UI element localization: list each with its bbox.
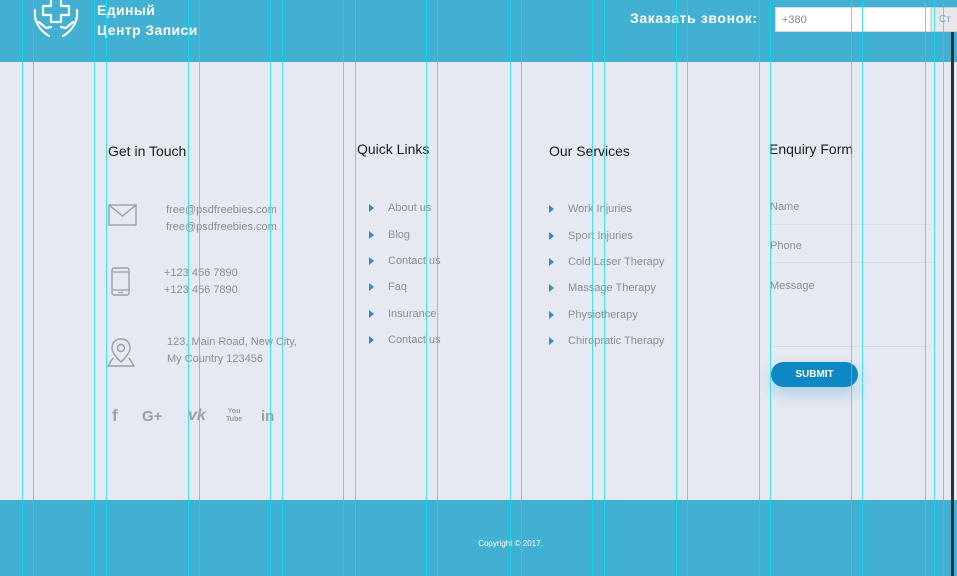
- our-services-title: Our Services: [549, 143, 630, 159]
- callback-label: Заказать звонок:: [630, 10, 758, 26]
- phone-block: +123 456 7890 +123 456 7890: [164, 265, 238, 299]
- service-label: Work Injuries: [568, 203, 632, 215]
- service-cold-laser-therapy[interactable]: Cold Laser Therapy: [549, 256, 664, 268]
- link-label: Contact us: [388, 334, 441, 346]
- email-line-1: free@psdfreebies.com: [166, 204, 277, 216]
- service-work-injuries[interactable]: Work Injuries: [549, 203, 632, 215]
- envelope-icon: [108, 204, 137, 226]
- bullet-arrow-icon: [549, 311, 554, 319]
- copyright-text: Copyright © 2017.: [478, 539, 543, 548]
- phone-line-1: +123 456 7890: [164, 267, 238, 279]
- bullet-arrow-icon: [549, 232, 554, 240]
- medical-cross-hands-icon: [33, 0, 79, 38]
- service-label: Cold Laser Therapy: [568, 256, 665, 268]
- address-line-2: My Country 123456: [167, 353, 263, 365]
- message-field[interactable]: [769, 280, 931, 347]
- bullet-arrow-icon: [549, 337, 554, 345]
- quick-link-contact-us[interactable]: Contact us: [369, 255, 441, 267]
- phone-field[interactable]: [769, 240, 931, 263]
- service-label: Massage Therapy: [568, 282, 656, 294]
- bullet-arrow-icon: [369, 283, 374, 291]
- service-physiotherapy[interactable]: Physiotherapy: [549, 309, 638, 321]
- bullet-arrow-icon: [549, 284, 554, 292]
- footer: Copyright © 2017.: [0, 500, 957, 576]
- bullet-arrow-icon: [369, 204, 374, 212]
- email-block: free@psdfreebies.com free@psdfreebies.co…: [166, 202, 277, 236]
- link-label: Blog: [388, 229, 411, 241]
- address-block: 123, Main Road, New City, My Country 123…: [167, 334, 297, 368]
- bullet-arrow-icon: [549, 258, 554, 266]
- vk-icon[interactable]: vk: [188, 407, 206, 425]
- service-label: Sport Injuries: [568, 230, 633, 242]
- google-plus-icon[interactable]: G+: [142, 408, 162, 425]
- quick-link-about-us[interactable]: About us: [369, 202, 431, 214]
- window-edge: [951, 32, 954, 576]
- link-label: About us: [388, 202, 432, 214]
- service-label: Physiotherapy: [568, 309, 638, 321]
- facebook-icon[interactable]: f: [112, 406, 118, 426]
- quick-link-faq[interactable]: Faq: [369, 281, 407, 293]
- quick-link-insurance[interactable]: Insurance: [369, 308, 436, 320]
- brand-line-1: Единый: [97, 2, 156, 18]
- get-in-touch-title: Get in Touch: [108, 143, 187, 159]
- phone-line-2: +123 456 7890: [164, 284, 238, 296]
- brand-name: Единый Центр Записи: [97, 0, 198, 40]
- name-field[interactable]: [769, 200, 931, 225]
- service-label: Chiropratic Therapy: [568, 335, 665, 347]
- quick-link-contact-us-2[interactable]: Contact us: [369, 334, 441, 346]
- enquiry-form-title: Enquiry Form: [769, 141, 854, 157]
- bullet-arrow-icon: [369, 310, 374, 318]
- submit-button[interactable]: SUBMIT: [771, 362, 858, 387]
- email-line-2: free@psdfreebies.com: [166, 221, 277, 233]
- service-chiropratic-therapy[interactable]: Chiropratic Therapy: [549, 335, 664, 347]
- service-massage-therapy[interactable]: Massage Therapy: [549, 282, 656, 294]
- location-pin-icon: [107, 338, 135, 367]
- bullet-arrow-icon: [369, 257, 374, 265]
- service-sport-injuries[interactable]: Sport Injuries: [549, 230, 633, 242]
- youtube-icon[interactable]: You Tube: [226, 408, 242, 424]
- top-header: Единый Центр Записи Заказать звонок: Ст: [0, 0, 957, 62]
- quick-link-blog[interactable]: Blog: [369, 229, 410, 241]
- quick-links-title: Quick Links: [357, 141, 430, 157]
- callback-phone-input[interactable]: [775, 7, 931, 32]
- link-label: Insurance: [388, 308, 437, 320]
- order-call-button[interactable]: Ст: [931, 7, 957, 32]
- link-label: Faq: [388, 281, 407, 293]
- brand-line-2: Центр Записи: [97, 22, 198, 38]
- linkedin-icon[interactable]: in: [261, 408, 274, 425]
- bullet-arrow-icon: [369, 231, 374, 239]
- address-line-1: 123, Main Road, New City,: [167, 336, 298, 348]
- link-label: Contact us: [388, 255, 441, 267]
- mobile-phone-icon: [111, 267, 130, 296]
- bullet-arrow-icon: [549, 205, 554, 213]
- bullet-arrow-icon: [369, 336, 374, 344]
